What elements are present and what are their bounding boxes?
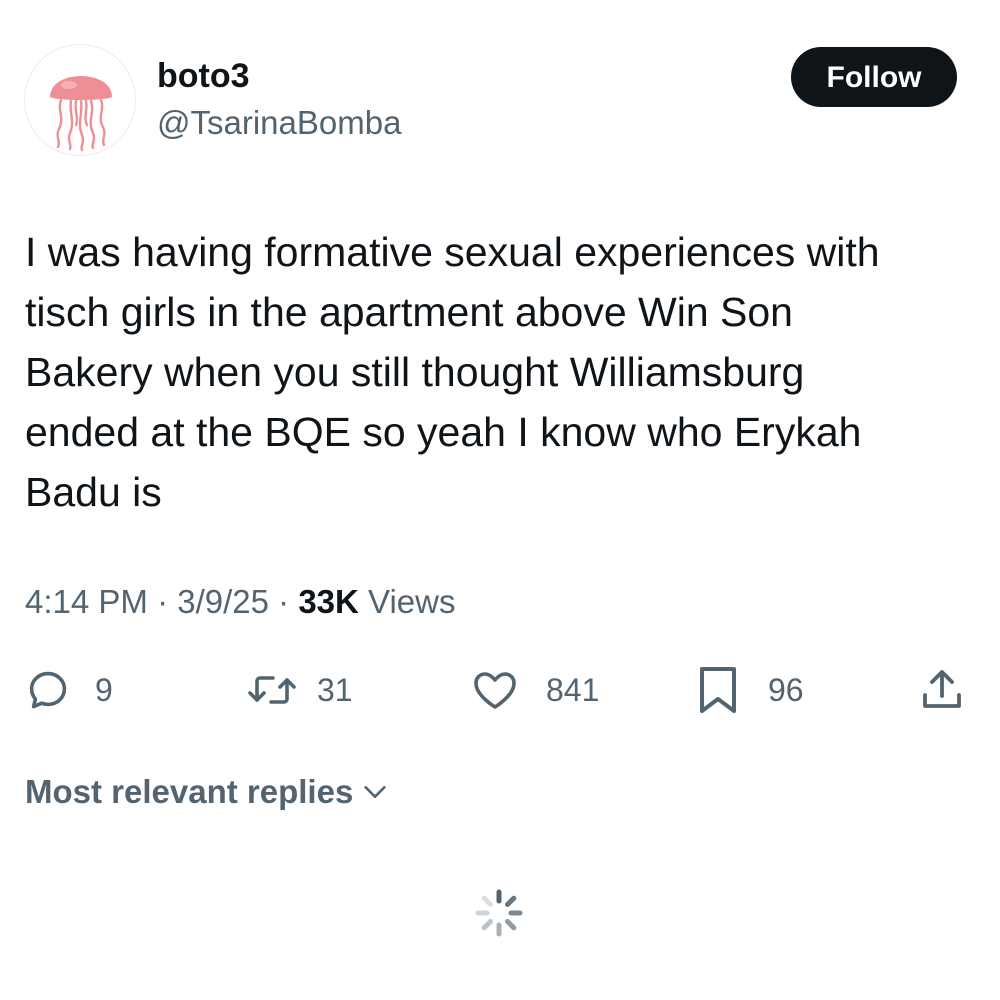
heart-icon	[474, 672, 516, 709]
like-count: 841	[546, 672, 600, 708]
views-label[interactable]: Views	[359, 583, 455, 620]
spinner-icon	[475, 889, 523, 937]
share-button[interactable]	[918, 660, 966, 720]
action-bar: 9 31 841 96	[0, 660, 1000, 720]
share-icon	[923, 670, 961, 708]
reply-count: 9	[95, 672, 113, 708]
meta-separator: ·	[268, 583, 299, 620]
bookmark-button[interactable]: 96	[696, 660, 804, 720]
views-count[interactable]: 33K	[298, 583, 359, 620]
reply-icon	[29, 671, 67, 709]
author-display-name[interactable]: boto3	[157, 54, 250, 98]
like-button[interactable]: 841	[470, 660, 599, 720]
repost-icon	[248, 676, 296, 704]
bookmark-icon	[700, 667, 736, 713]
author-handle[interactable]: @TsarinaBomba	[157, 101, 401, 145]
tweet-text: I was having formative sexual experience…	[25, 229, 880, 515]
follow-button[interactable]: Follow	[791, 47, 957, 107]
repost-button[interactable]: 31	[245, 660, 353, 720]
replies-sort-dropdown[interactable]: Most relevant replies	[25, 768, 389, 816]
avatar[interactable]	[24, 44, 136, 156]
loading-spinner	[472, 886, 526, 945]
meta-separator: ·	[147, 583, 178, 620]
repost-count: 31	[317, 672, 353, 708]
tweet-date[interactable]: 3/9/25	[177, 583, 269, 620]
replies-sort-label: Most relevant replies	[25, 773, 354, 810]
chevron-down-icon	[364, 786, 386, 798]
bookmark-count: 96	[768, 672, 804, 708]
reply-button[interactable]: 9	[25, 660, 113, 720]
tweet-time[interactable]: 4:14 PM	[25, 583, 148, 620]
jellyfish-icon	[50, 76, 112, 152]
tweet-meta: 4:14 PM · 3/9/25 · 33K Views	[25, 580, 455, 624]
